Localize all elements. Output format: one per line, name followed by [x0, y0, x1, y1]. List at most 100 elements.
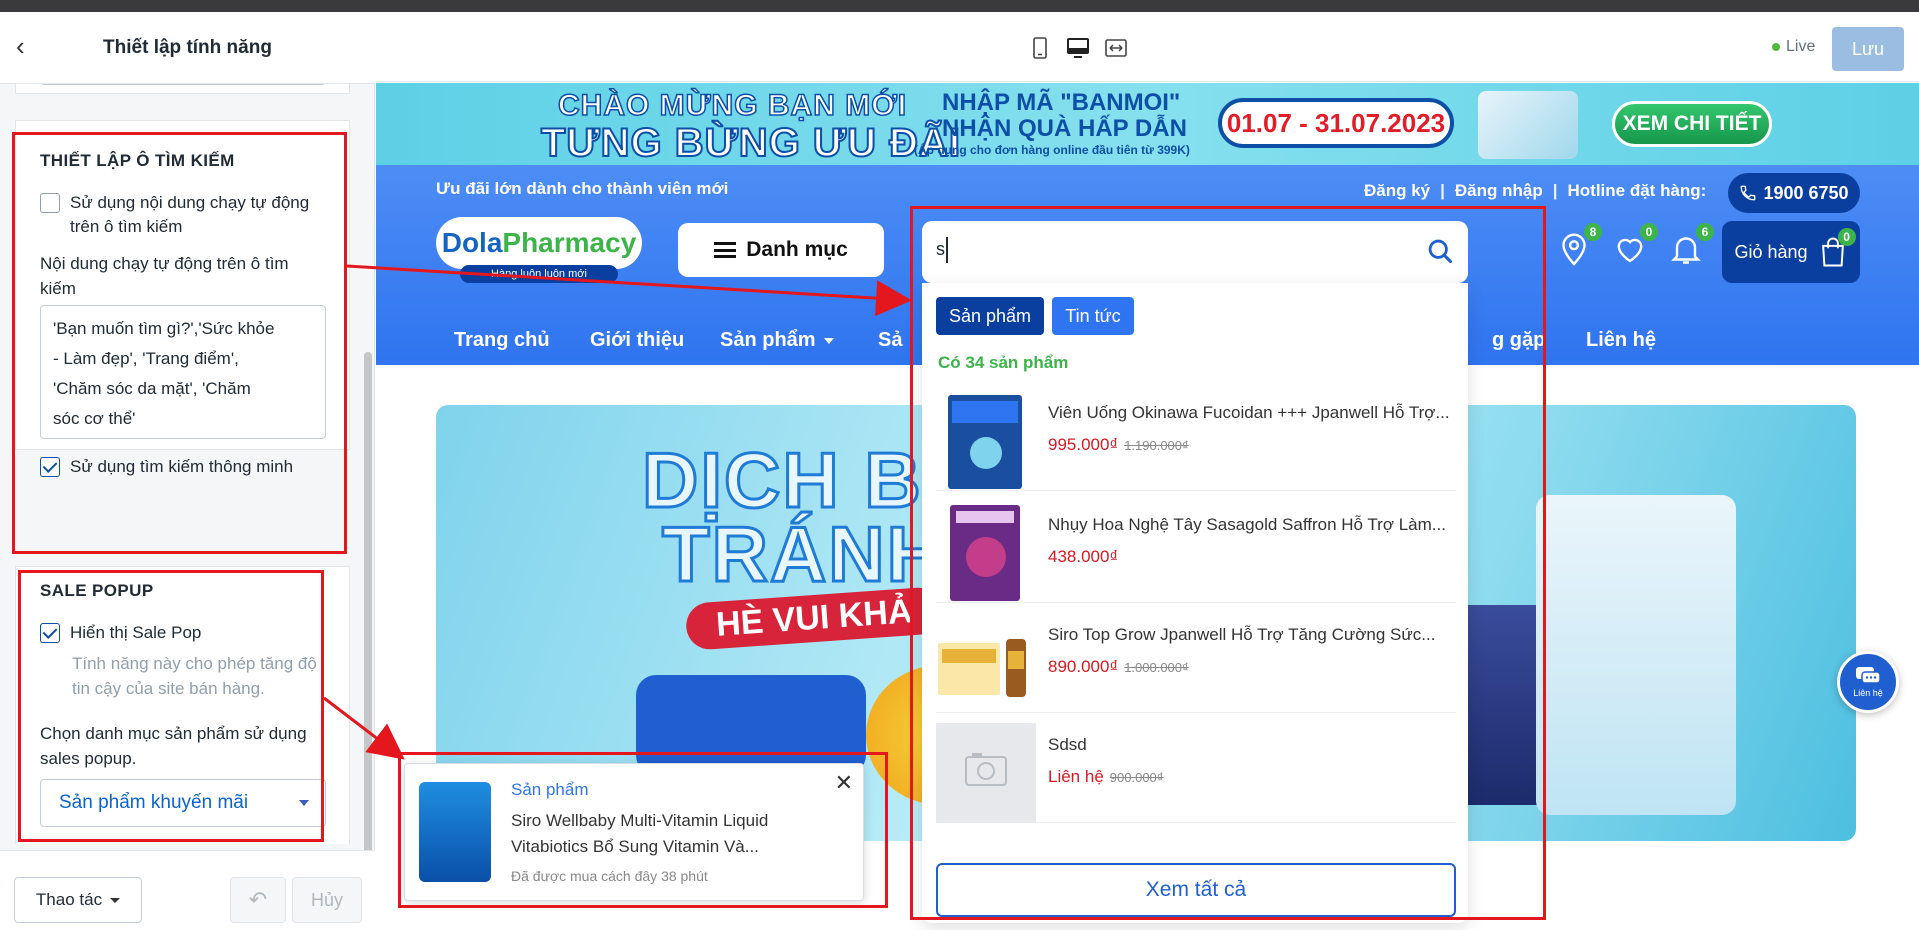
auto-run-label-line1: Sử dụng nội dung chạy tự động [70, 193, 310, 212]
cart-label: Giỏ hàng [1734, 241, 1808, 262]
previous-field-stub[interactable] [40, 84, 326, 85]
smart-search-checkbox[interactable] [40, 457, 60, 477]
sale-purchase-time: Đã được mua cách đây 38 phút [511, 868, 708, 884]
panel-header: ‹ Thiết lập tính năng [0, 12, 375, 84]
sale-show-checkbox[interactable] [40, 623, 60, 643]
login-link[interactable]: Đăng nhập [1455, 181, 1543, 201]
sale-help-text: Tính năng này cho phép tăng độ tin cậy c… [72, 651, 342, 701]
location-button[interactable]: 8 [1556, 223, 1602, 267]
action-button[interactable]: Thao tác [14, 877, 142, 923]
save-button[interactable]: Lưu [1832, 27, 1904, 71]
cart-count-badge: 0 [1837, 228, 1856, 246]
hamburger-icon [714, 242, 737, 258]
cancel-button[interactable]: Hủy [292, 877, 362, 923]
nav-item-partial[interactable]: Sả [878, 329, 902, 352]
site-logo[interactable]: Dola Pharmacy [436, 217, 642, 269]
see-all-button[interactable]: Xem tất cả [936, 863, 1456, 917]
nav-products-label: Sản phẩm [720, 329, 816, 351]
hero-product-bottle [1536, 495, 1736, 815]
promo-code-line1: NHẬP MÃ "BANMOI" [942, 89, 1181, 116]
result-count: Có 34 sản phẩm [938, 353, 1069, 372]
sale-category-select[interactable]: Sản phẩm khuyến mãi [40, 779, 326, 827]
product-thumbnail [948, 395, 1022, 489]
tab-news[interactable]: Tin tức [1052, 297, 1134, 335]
result-price: 890.000₫ 1.000.000₫ [1048, 657, 1189, 677]
separator: | [1552, 181, 1558, 200]
promo-line1: CHÀO MỪNG BẠN MỚI [557, 88, 908, 123]
register-link[interactable]: Đăng ký [1364, 181, 1430, 201]
promo-code-note: (Áp dụng cho đơn hàng online đầu tiên từ… [914, 143, 1190, 157]
hero-offer-badge [636, 675, 866, 775]
fullwidth-view-icon[interactable] [1104, 36, 1128, 60]
nav-item-products[interactable]: Sản phẩm [720, 329, 834, 352]
nav-item-faq-partial[interactable]: g gặp [1492, 329, 1545, 352]
search-result-item[interactable]: Nhụy Hoa Nghệ Tây Sasagold Saffron Hỗ Tr… [936, 493, 1456, 603]
auto-run-row[interactable]: Sử dụng nội dung chạy tự động trên ô tìm… [40, 191, 309, 239]
sale-product-type: Sản phẩm [511, 780, 589, 799]
tab-products[interactable]: Sản phẩm [936, 297, 1044, 335]
auto-text-textarea[interactable]: 'Bạn muốn tìm gì?','Sức khỏe - Làm đẹp',… [40, 305, 326, 439]
back-arrow-icon[interactable]: ‹ [16, 33, 38, 59]
category-button-label: Danh mục [746, 238, 848, 261]
panel-footer: Thao tác ↶ Hủy [0, 850, 375, 930]
window-top-strip [0, 0, 1919, 12]
category-menu-button[interactable]: Danh mục [678, 223, 884, 277]
sale-popup[interactable]: Sản phẩm Siro Wellbaby Multi-Vitamin Liq… [404, 763, 864, 901]
nav-item-about[interactable]: Giới thiệu [590, 329, 684, 352]
result-name: Viên Uống Okinawa Fucoidan +++ Jpanwell … [1048, 403, 1450, 422]
undo-button[interactable]: ↶ [230, 877, 286, 923]
result-old-price: 900.000₫ [1109, 770, 1164, 785]
panel-scrollbar[interactable] [364, 352, 372, 862]
cart-button[interactable]: Giỏ hàng 0 [1722, 221, 1860, 283]
search-box[interactable]: s [922, 221, 1468, 283]
result-price: Liên hệ 900.000₫ [1048, 767, 1163, 787]
auto-text-label-line1: Nội dung chạy tự động trên ô tìm [40, 254, 289, 273]
search-settings-card: THIẾT LẬP Ô TÌM KIẾM Sử dụng nội dung ch… [15, 120, 350, 477]
wishlist-button[interactable]: 0 [1612, 223, 1658, 267]
auto-text-label-line2: kiếm [40, 279, 76, 298]
result-price-value: 995.000₫ [1048, 435, 1119, 454]
promo-line2: TƯNG BỪNG ƯU ĐÃI [540, 120, 961, 166]
auto-text-label: Nội dung chạy tự động trên ô tìm kiếm [40, 251, 330, 301]
live-dot-icon [1772, 43, 1780, 51]
hotline-button[interactable]: 1900 6750 [1728, 173, 1860, 213]
promo-code-line2: NHẬN QUÀ HẤP DẪN [942, 115, 1187, 142]
sale-category-label: Chọn danh mục sản phẩm sử dụng sales pop… [40, 721, 330, 771]
result-old-price: 1.000.000₫ [1124, 660, 1189, 675]
nav-item-contact[interactable]: Liên hệ [1586, 329, 1656, 352]
search-result-item[interactable]: Viên Uống Okinawa Fucoidan +++ Jpanwell … [936, 381, 1456, 491]
search-query[interactable]: s [936, 239, 945, 260]
close-icon[interactable]: ✕ [835, 770, 853, 796]
smart-search-row[interactable]: Sử dụng tìm kiếm thông minh [40, 455, 293, 479]
cart-icon-wrap: 0 [1818, 228, 1856, 268]
contact-fab[interactable]: Liên hệ [1837, 651, 1899, 713]
result-name: Nhụy Hoa Nghệ Tây Sasagold Saffron Hỗ Tr… [1048, 515, 1446, 534]
promo-cta-button[interactable]: XEM CHI TIẾT [1612, 101, 1772, 147]
nav-item-home[interactable]: Trang chủ [454, 329, 550, 352]
sale-product-name-line2: Vitabiotics Bổ Sung Vitamin Và... [511, 837, 759, 856]
auto-run-checkbox[interactable] [40, 193, 60, 213]
search-result-item[interactable]: Siro Top Grow Jpanwell Hỗ Trợ Tăng Cường… [936, 603, 1456, 713]
product-thumbnail [938, 639, 1026, 697]
sale-category-label-line2: sales popup. [40, 749, 137, 768]
location-count-badge: 8 [1584, 223, 1602, 241]
hero-line2: TRÁNH [661, 509, 945, 600]
logo-subtitle: Hàng luôn luôn mới [460, 265, 618, 283]
desktop-view-icon[interactable] [1066, 36, 1090, 60]
live-label: Live [1786, 38, 1816, 55]
sale-help-line1: Tính năng này cho phép tăng độ [72, 654, 317, 673]
result-price: 438.000₫ [1048, 547, 1124, 567]
site-preview: CHÀO MỪNG BẠN MỚI TƯNG BỪNG ƯU ĐÃI NHẬP … [376, 83, 1919, 930]
search-result-item[interactable]: Sdsd Liên hệ 900.000₫ [936, 713, 1456, 823]
result-name: Sdsd [1048, 735, 1087, 754]
sale-show-row[interactable]: Hiển thị Sale Pop [40, 621, 201, 645]
sale-product-thumbnail [419, 782, 491, 882]
mobile-view-icon[interactable] [1028, 36, 1052, 60]
result-price-value: Liên hệ [1048, 767, 1104, 786]
promo-banner[interactable]: CHÀO MỪNG BẠN MỚI TƯNG BỪNG ƯU ĐÃI NHẬP … [376, 83, 1919, 166]
search-icon[interactable] [1426, 237, 1454, 265]
result-price-value: 890.000₫ [1048, 657, 1119, 676]
logo-part1: Dola [441, 227, 503, 258]
notification-button[interactable]: 6 [1668, 223, 1714, 267]
auto-run-label-line2: trên ô tìm kiếm [70, 217, 183, 236]
